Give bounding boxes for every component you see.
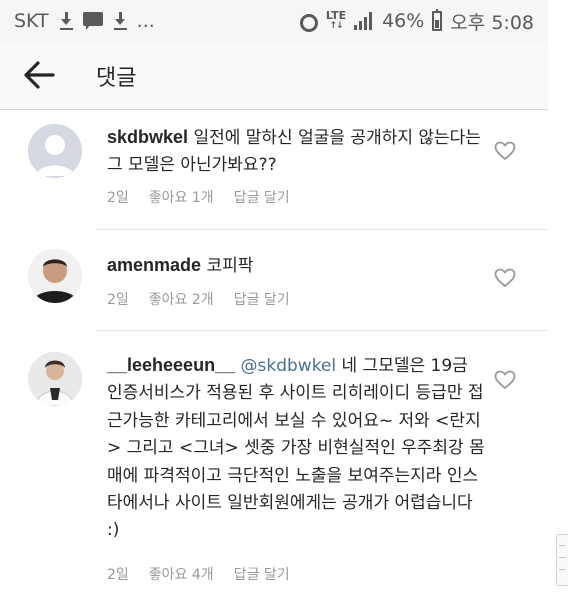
- reply-button[interactable]: 답글 달기: [234, 187, 290, 207]
- comment-time: 2일: [107, 292, 129, 308]
- comments-header: 댓글: [0, 42, 548, 110]
- comment-text: amenmade 코피팍: [107, 252, 487, 280]
- like-button[interactable]: [494, 370, 516, 390]
- download-icon: [59, 11, 73, 31]
- comment-username[interactable]: skdbwkel: [107, 127, 188, 147]
- comment-content: 네 그모델은 19금 인증서비스가 적용된 후 사이트 리히레이디 등급만 접근…: [107, 356, 485, 541]
- more-notifications: ...: [136, 10, 155, 32]
- carrier-label: SKT: [14, 10, 49, 32]
- avatar[interactable]: [28, 124, 82, 178]
- battery-icon: [432, 9, 443, 31]
- heart-icon: [494, 268, 516, 287]
- comment-meta: 2일 좋아요 4개 답글 달기: [107, 564, 290, 584]
- heart-icon: [494, 370, 516, 389]
- comment-text: skdbwkel 일전에 말하신 얼굴을 공개하지 않는다는 그 모델은 아닌가…: [107, 124, 487, 179]
- divider: [96, 330, 548, 331]
- clock: 오후 5:08: [450, 11, 534, 34]
- default-avatar-icon: [28, 124, 82, 178]
- screen: SKT ... LTE ↑↓ 46% 오후 5:08 댓글 skdbwkel 일…: [0, 0, 548, 602]
- likes-count[interactable]: 좋아요 4개: [149, 564, 214, 584]
- reply-button[interactable]: 답글 달기: [234, 289, 290, 309]
- comment-time: 2일: [107, 567, 129, 583]
- screen-edge: [548, 0, 568, 602]
- avatar[interactable]: [28, 249, 82, 303]
- reply-button[interactable]: 답글 달기: [234, 564, 290, 584]
- profile-photo-icon: [28, 249, 82, 303]
- message-icon: [82, 12, 103, 30]
- back-button[interactable]: [22, 60, 56, 90]
- back-arrow-icon: [24, 61, 55, 89]
- comment-username[interactable]: __leeheeeun__: [107, 355, 235, 375]
- comment-time: 2일: [107, 190, 129, 206]
- divider: [96, 229, 548, 230]
- signal-icon: [354, 12, 374, 30]
- like-button[interactable]: [494, 268, 516, 288]
- like-button[interactable]: [494, 141, 516, 161]
- comment-meta: 2일 좋아요 2개 답글 달기: [107, 289, 290, 309]
- scroll-handle[interactable]: [556, 534, 568, 586]
- comment-content: 코피팍: [206, 256, 254, 276]
- heart-icon: [494, 141, 516, 160]
- profile-photo-icon: [28, 352, 82, 406]
- comment-username[interactable]: amenmade: [107, 255, 201, 275]
- alarm-icon: [298, 11, 318, 32]
- comment-text: __leeheeeun__ @skdbwkel 네 그모델은 19금 인증서비스…: [107, 352, 487, 545]
- battery-percent: 46%: [382, 10, 425, 32]
- likes-count[interactable]: 좋아요 2개: [149, 289, 214, 309]
- download-icon: [113, 11, 127, 31]
- avatar[interactable]: [28, 352, 82, 406]
- comment-meta: 2일 좋아요 1개 답글 달기: [107, 187, 290, 207]
- lte-icon: LTE ↑↓: [325, 9, 347, 31]
- page-title: 댓글: [96, 66, 137, 91]
- mention-link[interactable]: @skdbwkel: [241, 356, 337, 376]
- status-bar: SKT ... LTE ↑↓ 46% 오후 5:08: [0, 0, 548, 42]
- likes-count[interactable]: 좋아요 1개: [149, 187, 214, 207]
